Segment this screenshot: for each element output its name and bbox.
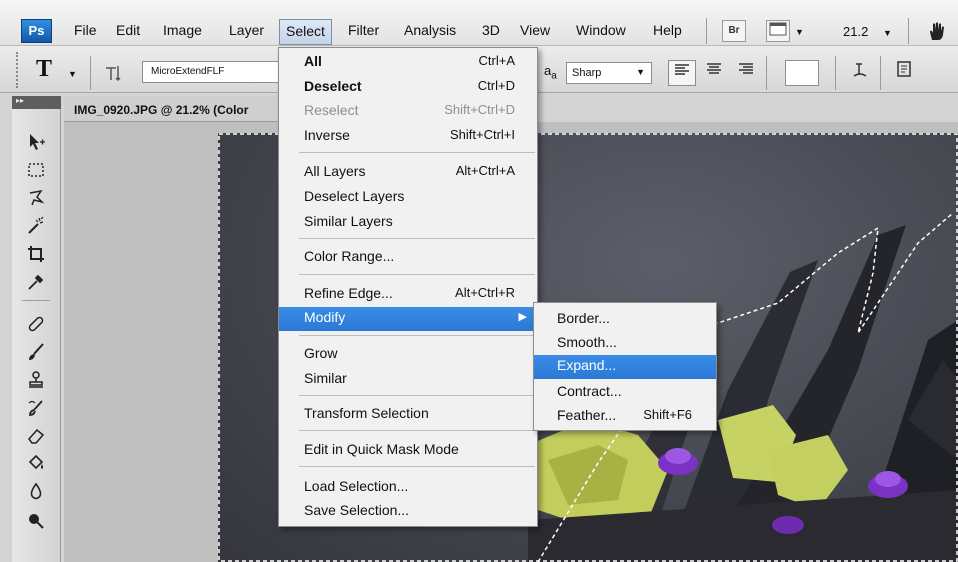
menu-item-all[interactable]: All Ctrl+A	[279, 51, 537, 73]
options-divider	[766, 56, 767, 90]
menu-item-grow[interactable]: Grow	[279, 343, 537, 365]
font-family-field[interactable]: MicroExtendFLF	[142, 61, 282, 83]
chevron-down-icon[interactable]: ▼	[795, 27, 804, 37]
menubar-divider	[706, 18, 707, 44]
menu-item-feather[interactable]: Feather... Shift+F6	[534, 405, 716, 427]
eraser-tool-icon[interactable]	[22, 426, 50, 450]
menu-item-similar[interactable]: Similar	[279, 368, 537, 390]
menu-3d[interactable]: 3D	[482, 22, 500, 38]
menu-item-refine-edge[interactable]: Refine Edge... Alt+Ctrl+R	[279, 283, 537, 305]
select-menu-dropdown: All Ctrl+A Deselect Ctrl+D Reselect Shift+C…	[278, 47, 538, 527]
menu-separator	[299, 274, 535, 275]
menu-select[interactable]: Select	[279, 19, 332, 45]
chevron-down-icon: ▼	[636, 67, 645, 77]
menu-item-smooth[interactable]: Smooth...	[534, 332, 716, 354]
menu-image[interactable]: Image	[163, 22, 202, 38]
warp-text-icon[interactable]	[846, 60, 874, 86]
menu-item-all-layers[interactable]: All Layers Alt+Ctrl+A	[279, 161, 537, 183]
paint-bucket-tool-icon[interactable]	[22, 454, 50, 478]
tools-panel-header[interactable]: ▸▸	[12, 96, 61, 109]
align-right-icon[interactable]	[732, 60, 760, 86]
menu-item-deselect[interactable]: Deselect Ctrl+D	[279, 76, 537, 98]
text-orientation-icon[interactable]	[102, 62, 124, 84]
menu-edit[interactable]: Edit	[116, 22, 140, 38]
clone-stamp-tool-icon[interactable]	[22, 370, 50, 394]
anti-alias-icon: aa	[544, 63, 557, 82]
tools-divider	[22, 300, 50, 301]
menu-item-modify[interactable]: Modify ▶	[279, 307, 537, 331]
marquee-tool-icon[interactable]	[22, 160, 50, 184]
bridge-button[interactable]: Br	[722, 20, 746, 42]
menu-separator	[299, 430, 535, 431]
menu-item-quick-mask[interactable]: Edit in Quick Mask Mode	[279, 439, 537, 461]
menu-item-inverse[interactable]: Inverse Shift+Ctrl+I	[279, 125, 537, 147]
menu-item-expand[interactable]: Expand...	[534, 355, 716, 379]
type-tool-icon[interactable]: T	[36, 56, 52, 83]
brush-tool-icon[interactable]	[22, 342, 50, 366]
healing-brush-tool-icon[interactable]	[22, 314, 50, 338]
history-brush-tool-icon[interactable]	[22, 398, 50, 422]
zoom-level[interactable]: 21.2	[843, 24, 868, 39]
menu-separator	[299, 238, 535, 239]
eyedropper-tool-icon[interactable]	[22, 272, 50, 296]
menu-item-contract[interactable]: Contract...	[534, 381, 716, 403]
menubar-divider	[908, 18, 909, 44]
anti-alias-select[interactable]: Sharp ▼	[566, 62, 652, 84]
magic-wand-tool-icon[interactable]	[22, 216, 50, 240]
text-color-swatch[interactable]	[785, 60, 819, 86]
menu-item-save-selection[interactable]: Save Selection...	[279, 500, 537, 522]
menu-view[interactable]: View	[520, 22, 550, 38]
menu-item-similar-layers[interactable]: Similar Layers	[279, 211, 537, 233]
dodge-tool-icon[interactable]	[22, 510, 50, 534]
menu-layer[interactable]: Layer	[229, 22, 264, 38]
blur-tool-icon[interactable]	[22, 482, 50, 506]
menu-item-load-selection[interactable]: Load Selection...	[279, 476, 537, 498]
menu-file[interactable]: File	[74, 22, 97, 38]
anti-alias-value: Sharp	[572, 67, 602, 79]
options-divider	[835, 56, 836, 90]
menu-bar: Ps File Edit Image Layer Select Filter A…	[0, 0, 958, 46]
menu-filter[interactable]: Filter	[348, 22, 379, 38]
menu-separator	[299, 395, 535, 396]
menu-item-deselect-layers[interactable]: Deselect Layers	[279, 186, 537, 208]
menu-item-reselect[interactable]: Reselect Shift+Ctrl+D	[279, 100, 537, 122]
crop-tool-icon[interactable]	[22, 244, 50, 268]
menu-help[interactable]: Help	[653, 22, 682, 38]
character-panel-icon[interactable]	[890, 60, 918, 86]
move-tool-icon[interactable]	[22, 132, 50, 156]
menu-item-transform-selection[interactable]: Transform Selection	[279, 403, 537, 425]
hand-icon[interactable]	[926, 20, 948, 42]
options-divider	[880, 56, 881, 90]
menu-window[interactable]: Window	[576, 22, 626, 38]
menu-separator	[299, 466, 535, 467]
menu-separator	[299, 152, 535, 153]
submenu-arrow-icon: ▶	[518, 311, 527, 323]
chevron-down-icon[interactable]: ▼	[68, 69, 77, 79]
screen-mode-icon[interactable]	[766, 20, 790, 42]
menu-separator	[299, 335, 535, 336]
modify-submenu: Border... Smooth... Expand... Contract..…	[533, 302, 717, 431]
menu-analysis[interactable]: Analysis	[404, 22, 456, 38]
menu-item-border[interactable]: Border...	[534, 308, 716, 330]
photoshop-logo: Ps	[21, 19, 52, 43]
chevron-down-icon[interactable]: ▼	[883, 28, 892, 38]
options-grip	[16, 52, 19, 88]
options-divider	[90, 56, 91, 90]
align-center-icon[interactable]	[700, 60, 728, 86]
align-left-icon[interactable]	[668, 60, 696, 86]
menu-item-color-range[interactable]: Color Range...	[279, 246, 537, 268]
lasso-tool-icon[interactable]	[22, 188, 50, 212]
